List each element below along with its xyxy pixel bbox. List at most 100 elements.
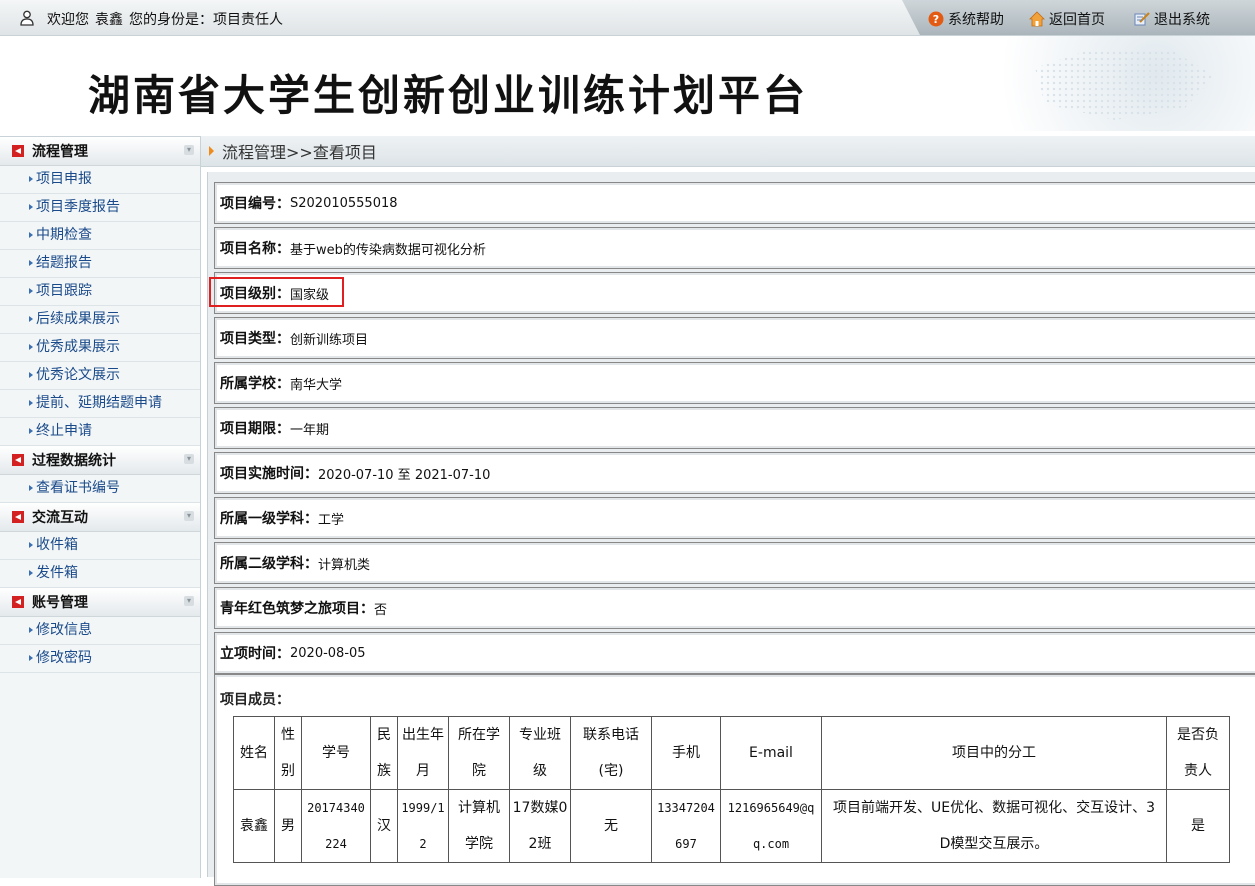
help-link[interactable]: ? 系统帮助 [928,9,1004,29]
sidebar-section-account[interactable]: 账号管理 ▾ [0,588,200,617]
help-icon: ? [928,11,944,27]
field-label: 所属学校： [220,376,290,392]
breadcrumb-bar: 流程管理>>查看项目 [201,136,1255,167]
section-title: 账号管理 [32,595,88,611]
field-value: 2020-07-10 至 2021-07-10 [318,467,491,483]
cell-ethnicity: 汉 [370,789,398,863]
field-value: 创新训练项目 [290,332,369,348]
project-members-section: 项目成员： 姓名 性别 学号 民族 出生年月 所在学院 专业班级 联系电话 (宅)… [214,674,1255,886]
section-icon [12,145,24,157]
sidebar-item-project-tracking[interactable]: 项目跟踪 [0,278,200,306]
field-value: 国家级 [290,287,330,303]
sidebar-item-label: 结题报告 [36,255,92,271]
sidebar-item-excellent-papers[interactable]: 优秀论文展示 [0,362,200,390]
breadcrumb-arrow-icon [209,146,214,156]
field-value: 基于web的传染病数据可视化分析 [290,242,486,258]
collapse-icon[interactable]: ▾ [184,454,194,464]
cell-mobile: 13347204 697 [651,789,721,863]
field-label: 青年红色筑梦之旅项目： [220,601,374,617]
sidebar-item-label: 后续成果展示 [36,311,120,327]
sidebar-section-statistics[interactable]: 过程数据统计 ▾ [0,446,200,475]
cell-email: 1216965649@q q.com [720,789,822,863]
column-header: 联系电话 (宅) [570,716,652,790]
sidebar-item-midterm-check[interactable]: 中期检查 [0,222,200,250]
field-label: 项目级别： [220,286,290,302]
logout-link[interactable]: 退出系统 [1134,9,1210,29]
field-implementation-period: 项目实施时间： 2020-07-10 至 2021-07-10 [214,452,1255,494]
top-bar: 欢迎您 袁鑫 您的身份是：项目责任人 ? 系统帮助 返回首页 退出系统 [0,0,1255,36]
sidebar-item-label: 终止申请 [36,423,92,439]
field-label: 所属一级学科： [220,511,318,527]
column-header: 民族 [370,716,398,790]
section-title: 交流互动 [32,510,88,526]
sidebar-item-early-delay-request[interactable]: 提前、延期结题申请 [0,390,200,418]
column-header: 所在学院 [448,716,510,790]
column-header: 姓名 [233,716,275,790]
column-header: 出生年月 [397,716,449,790]
field-value: 一年期 [290,422,330,438]
collapse-icon[interactable]: ▾ [184,145,194,155]
help-link-label: 系统帮助 [948,12,1004,28]
svg-text:?: ? [933,13,939,26]
field-red-dream-project: 青年红色筑梦之旅项目：否 [214,587,1255,629]
sidebar-item-label: 查看证书编号 [36,480,120,496]
collapse-icon[interactable]: ▾ [184,511,194,521]
column-header: 手机 [651,716,721,790]
field-approval-date: 立项时间： 2020-08-05 [214,632,1255,674]
field-value: 否 [374,602,388,618]
sidebar-item-quarterly-report[interactable]: 项目季度报告 [0,194,200,222]
sidebar-item-label: 修改密码 [36,650,92,666]
home-link[interactable]: 返回首页 [1029,9,1105,29]
cell-home-phone: 无 [570,789,652,863]
sidebar-item-outbox[interactable]: 发件箱 [0,560,200,588]
field-school: 所属学校： 南华大学 [214,362,1255,404]
sidebar-section-communication[interactable]: 交流互动 ▾ [0,503,200,532]
home-icon [1029,11,1045,27]
welcome-text: 欢迎您 袁鑫 您的身份是：项目责任人 [47,9,289,29]
field-project-term: 项目期限： 一年期 [214,407,1255,449]
field-label: 项目期限： [220,421,290,437]
cell-college: 计算机 学院 [448,789,510,863]
sidebar-item-label: 收件箱 [36,537,78,553]
welcome-label: 欢迎您 [47,12,89,28]
cell-role: 项目前端开发、UE优化、数据可视化、交互设计、3 D模型交互展示。 [821,789,1167,863]
collapse-icon[interactable]: ▾ [184,596,194,606]
field-label: 项目编号： [220,196,290,212]
column-header: 学号 [301,716,371,790]
sidebar-item-label: 发件箱 [36,565,78,581]
sidebar-section-process[interactable]: 流程管理 ▾ [0,137,200,166]
role-label: 您的身份是：项目责任人 [129,12,283,28]
field-label: 立项时间： [220,646,290,662]
sidebar-item-excellent-results[interactable]: 优秀成果展示 [0,334,200,362]
sidebar-item-project-apply[interactable]: 项目申报 [0,166,200,194]
sidebar-item-label: 项目跟踪 [36,283,92,299]
cell-student-id: 20174340 224 [301,789,371,863]
field-value: S202010555018 [290,195,398,211]
user-name: 袁鑫 [95,12,123,28]
field-value: 2020-08-05 [290,645,366,661]
members-label: 项目成员： [220,692,290,708]
sidebar-item-label: 中期检查 [36,227,92,243]
sidebar-item-certificate-number[interactable]: 查看证书编号 [0,475,200,503]
cell-gender: 男 [274,789,302,863]
section-icon [12,454,24,466]
sidebar-item-change-password[interactable]: 修改密码 [0,645,200,673]
column-header: E-mail [720,716,822,790]
sidebar-item-label: 项目季度报告 [36,199,120,215]
sidebar-item-edit-info[interactable]: 修改信息 [0,617,200,645]
sidebar-item-termination-request[interactable]: 终止申请 [0,418,200,446]
field-value: 计算机类 [318,557,371,573]
field-secondary-discipline: 所属二级学科： 计算机类 [214,542,1255,584]
field-project-name: 项目名称： 基于web的传染病数据可视化分析 [214,227,1255,269]
table-header-row: 姓名 性别 学号 民族 出生年月 所在学院 专业班级 联系电话 (宅) 手机 E-… [233,716,1230,790]
members-table: 姓名 性别 学号 民族 出生年月 所在学院 专业班级 联系电话 (宅) 手机 E-… [233,716,1230,863]
table-row: 袁鑫 男 20174340 224 汉 1999/1 2 计算机 学院 17数媒0 2班… [233,789,1230,863]
cell-is-leader: 是 [1166,789,1230,863]
sidebar: 流程管理 ▾ 项目申报 项目季度报告 中期检查 结题报告 项目跟踪 后续成果展示… [0,136,201,878]
sidebar-item-label: 优秀论文展示 [36,367,120,383]
sidebar-item-inbox[interactable]: 收件箱 [0,532,200,560]
section-icon [12,596,24,608]
sidebar-item-label: 优秀成果展示 [36,339,120,355]
sidebar-item-followup-results[interactable]: 后续成果展示 [0,306,200,334]
sidebar-item-final-report[interactable]: 结题报告 [0,250,200,278]
